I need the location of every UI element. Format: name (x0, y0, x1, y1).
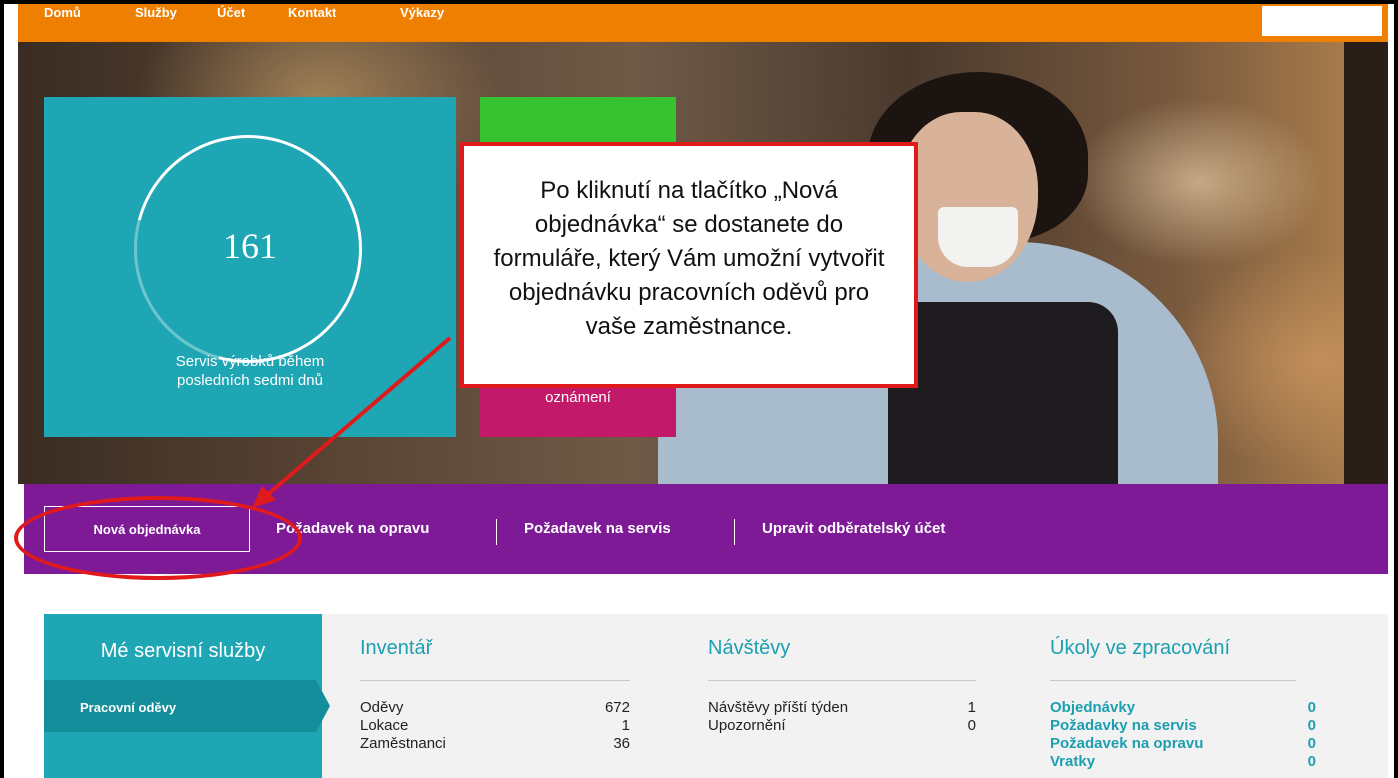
services-sidebar: Mé servisní služby Pracovní oděvy (44, 614, 330, 778)
nav-item-contact[interactable]: Kontakt (288, 5, 336, 20)
annotation-ellipse (14, 496, 302, 580)
column-divider (1050, 680, 1296, 681)
task-link-returns[interactable]: Vratky 0 (1050, 753, 1316, 770)
list-item: Návštěvy příští týden 1 (708, 699, 976, 716)
column-divider (360, 680, 630, 681)
hero-photo-cup (938, 207, 1018, 267)
tasks-column: Úkoly ve zpracování Objednávky 0 Požadav… (1050, 637, 1316, 770)
page-frame: Domů Služby Účet Kontakt Výkazy 161 Serv… (0, 0, 1398, 778)
search-input[interactable] (1262, 6, 1382, 36)
visits-value: 1 (967, 699, 976, 716)
task-value: 0 (1307, 717, 1316, 734)
active-tab-arrow (316, 680, 330, 732)
action-separator (496, 519, 497, 545)
nav-item-account[interactable]: Účet (217, 5, 245, 20)
nav-item-services[interactable]: Služby (135, 5, 177, 20)
inventory-column: Inventář Oděvy 672 Lokace 1 Zaměstnanci … (360, 637, 630, 752)
tasks-title: Úkoly ve zpracování (1050, 637, 1231, 659)
inventory-value: 1 (621, 717, 630, 734)
hero-edge (1344, 42, 1388, 484)
inventory-value: 36 (613, 735, 630, 752)
list-item: Oděvy 672 (360, 699, 630, 716)
list-item: Lokace 1 (360, 717, 630, 734)
annotation-text: Po kliknutí na tlačítko „Nová objednávka… (493, 177, 885, 340)
service-stats-tile[interactable]: 161 Servis výrobků během posledních sedm… (44, 93, 456, 437)
task-value: 0 (1307, 699, 1316, 716)
list-item: Upozornění 0 (708, 717, 976, 734)
task-link-repair-requests[interactable]: Požadavek na opravu 0 (1050, 735, 1316, 752)
services-title: Mé servisní služby (100, 640, 266, 662)
task-value: 0 (1307, 753, 1316, 770)
hero-photo-apron (888, 302, 1118, 484)
top-nav: Domů Služby Účet Kontakt Výkazy (18, 4, 1388, 42)
edit-account-button[interactable]: Upravit odběratelský účet (762, 506, 945, 552)
annotation-callout: Po kliknutí na tlačítko „Nová objednávka… (460, 142, 918, 388)
list-item: Zaměstnanci 36 (360, 735, 630, 752)
nav-item-reports[interactable]: Výkazy (400, 5, 444, 20)
action-separator (734, 519, 735, 545)
service-request-button[interactable]: Požadavek na servis (524, 506, 671, 552)
column-divider (708, 680, 976, 681)
sidebar-item-workwear[interactable]: Pracovní oděvy (44, 680, 316, 732)
task-link-orders[interactable]: Objednávky 0 (1050, 699, 1316, 716)
inventory-value: 672 (604, 699, 630, 716)
visits-title: Návštěvy (708, 637, 791, 659)
task-link-service-requests[interactable]: Požadavky na servis 0 (1050, 717, 1316, 734)
notifications-label: oznámení (545, 389, 611, 406)
visits-value: 0 (967, 717, 976, 734)
service-count: 161 (223, 226, 277, 266)
nav-item-home[interactable]: Domů (44, 5, 81, 20)
service-caption: Servis výrobků během posledních sedmi dn… (175, 353, 325, 389)
visits-column: Návštěvy Návštěvy příští týden 1 Upozorn… (708, 637, 976, 734)
task-value: 0 (1307, 735, 1316, 752)
inventory-title: Inventář (360, 637, 433, 659)
